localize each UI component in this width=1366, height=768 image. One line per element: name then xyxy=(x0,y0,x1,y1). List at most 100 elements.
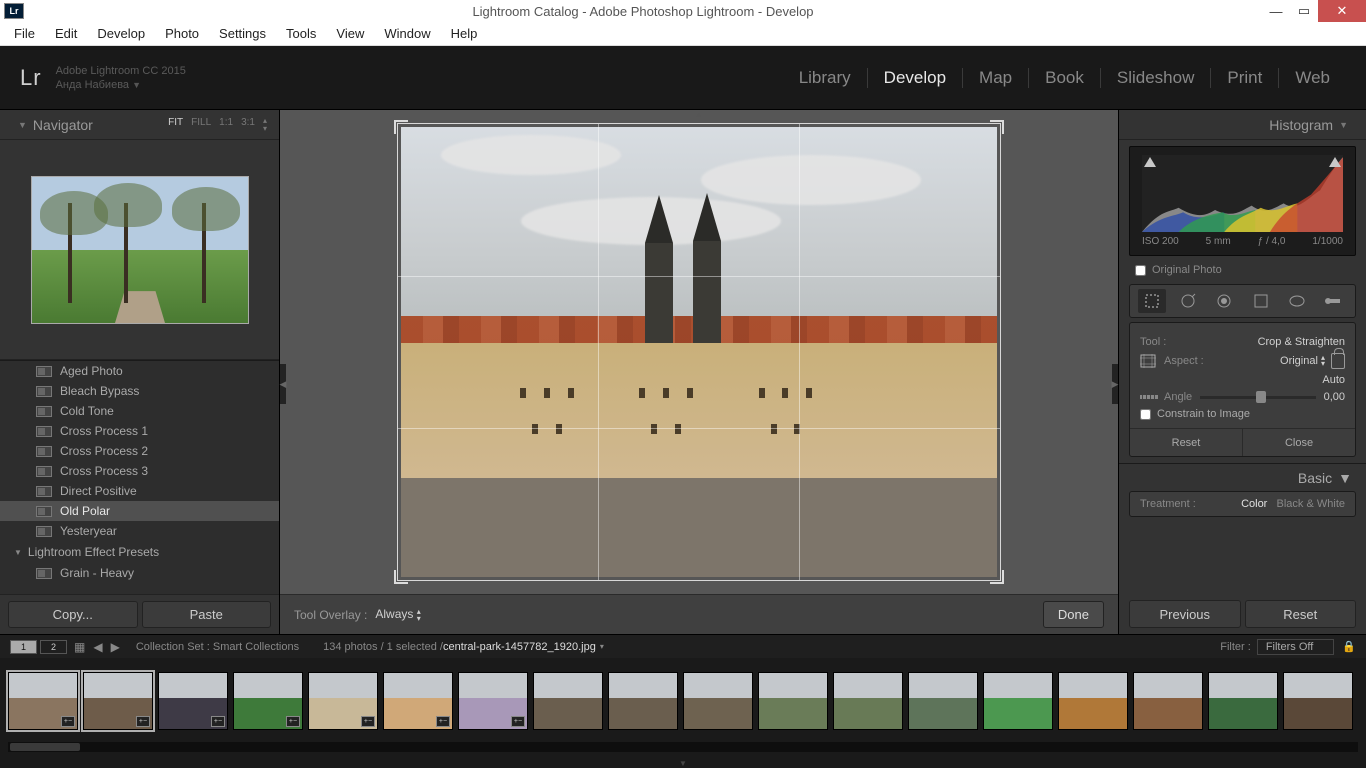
menu-file[interactable]: File xyxy=(4,26,45,41)
zoom-fit[interactable]: FIT xyxy=(168,117,183,133)
tool-reset[interactable]: Reset xyxy=(1130,429,1242,456)
nav-prev-icon[interactable]: ◀ xyxy=(93,640,102,654)
filmstrip-thumb[interactable] xyxy=(908,672,978,730)
zoom-stepper-icon[interactable]: ▴▾ xyxy=(263,117,267,133)
menu-develop[interactable]: Develop xyxy=(87,26,155,41)
loupe-image[interactable] xyxy=(401,127,997,577)
identity-menu-icon[interactable]: ▼ xyxy=(132,80,141,90)
module-map[interactable]: Map xyxy=(963,68,1028,88)
preset-item[interactable]: Direct Positive xyxy=(0,481,279,501)
window-maximize[interactable]: ▭ xyxy=(1290,0,1318,22)
filmstrip-thumb[interactable] xyxy=(1208,672,1278,730)
left-panel-toggle[interactable]: ◀ xyxy=(280,364,286,404)
current-filename[interactable]: central-park-1457782_1920.jpg xyxy=(443,641,596,653)
window-minimize[interactable]: — xyxy=(1262,0,1290,22)
redeye-tool-icon[interactable] xyxy=(1210,289,1238,313)
tool-close[interactable]: Close xyxy=(1242,429,1355,456)
bottom-panel-toggle[interactable]: ▼ xyxy=(0,758,1366,768)
paste-button[interactable]: Paste xyxy=(142,601,272,628)
filter-dropdown[interactable]: Filters Off xyxy=(1257,639,1334,655)
zoom-3-1[interactable]: 3:1 xyxy=(241,117,255,133)
reset-button[interactable]: Reset xyxy=(1245,600,1357,628)
filmstrip-thumb[interactable] xyxy=(833,672,903,730)
gradient-tool-icon[interactable] xyxy=(1247,289,1275,313)
constrain-checkbox[interactable] xyxy=(1140,409,1151,420)
filmstrip-thumb[interactable]: +− xyxy=(8,672,78,730)
filmstrip-thumb[interactable] xyxy=(533,672,603,730)
crop-frame-icon[interactable] xyxy=(1140,354,1156,368)
preset-item[interactable]: Yesteryear xyxy=(0,521,279,541)
module-book[interactable]: Book xyxy=(1029,68,1100,88)
treatment-color[interactable]: Color xyxy=(1241,498,1267,510)
navigator-header[interactable]: ▼ Navigator FIT FILL 1:1 3:1 ▴▾ xyxy=(0,110,279,140)
preset-item[interactable]: Cross Process 1 xyxy=(0,421,279,441)
aspect-lock-icon[interactable] xyxy=(1331,353,1345,369)
preset-item[interactable]: Old Polar xyxy=(0,501,279,521)
menu-window[interactable]: Window xyxy=(374,26,440,41)
clip-shadows-icon[interactable] xyxy=(1144,157,1156,167)
spot-tool-icon[interactable] xyxy=(1174,289,1202,313)
radial-tool-icon[interactable] xyxy=(1283,289,1311,313)
image-viewport[interactable] xyxy=(280,110,1118,594)
menu-photo[interactable]: Photo xyxy=(155,26,209,41)
preset-item[interactable]: Cold Tone xyxy=(0,401,279,421)
filmstrip-thumb[interactable] xyxy=(1283,672,1353,730)
angle-auto[interactable]: Auto xyxy=(1322,374,1345,386)
copy-button[interactable]: Copy... xyxy=(8,601,138,628)
filmstrip-thumb[interactable] xyxy=(1133,672,1203,730)
filename-menu-icon[interactable]: ▾ xyxy=(600,642,604,651)
filmstrip-thumb[interactable]: +− xyxy=(308,672,378,730)
tool-overlay-value[interactable]: Always ▴▾ xyxy=(375,607,420,622)
filmstrip-thumb[interactable]: +− xyxy=(158,672,228,730)
angle-slider[interactable] xyxy=(1200,396,1315,399)
zoom-fill[interactable]: FILL xyxy=(191,117,211,133)
filmstrip-thumb[interactable]: +− xyxy=(458,672,528,730)
preset-group[interactable]: ▼Lightroom Effect Presets xyxy=(0,541,279,563)
filmstrip-scrollbar[interactable] xyxy=(8,742,1358,752)
nav-next-icon[interactable]: ▶ xyxy=(111,640,120,654)
module-slideshow[interactable]: Slideshow xyxy=(1101,68,1211,88)
filmstrip-thumb[interactable]: +− xyxy=(233,672,303,730)
original-photo-row[interactable]: Original Photo xyxy=(1119,260,1366,280)
collection-path[interactable]: Collection Set : Smart Collections xyxy=(136,641,299,653)
preset-item[interactable]: Grain - Heavy xyxy=(0,563,279,583)
preset-item[interactable]: Cross Process 3 xyxy=(0,461,279,481)
zoom-1-1[interactable]: 1:1 xyxy=(219,117,233,133)
histogram-header[interactable]: Histogram ▼ xyxy=(1119,110,1366,140)
histogram[interactable]: ISO 200 5 mm ƒ / 4,0 1/1000 xyxy=(1129,146,1356,256)
preset-item[interactable]: Bleach Bypass xyxy=(0,381,279,401)
right-panel-toggle[interactable]: ▶ xyxy=(1112,364,1118,404)
done-button[interactable]: Done xyxy=(1043,601,1104,628)
preset-item[interactable]: Cross Process 2 xyxy=(0,441,279,461)
crop-tool-icon[interactable] xyxy=(1138,289,1166,313)
menu-edit[interactable]: Edit xyxy=(45,26,87,41)
menu-help[interactable]: Help xyxy=(441,26,488,41)
module-library[interactable]: Library xyxy=(783,68,867,88)
filmstrip-thumb[interactable] xyxy=(1058,672,1128,730)
aspect-value[interactable]: Original ▴▾ xyxy=(1280,355,1325,367)
basic-header[interactable]: Basic ▼ xyxy=(1119,463,1366,491)
clip-highlights-icon[interactable] xyxy=(1329,157,1341,167)
display-tab-2[interactable]: 2 xyxy=(40,640,67,654)
filmstrip-thumb[interactable] xyxy=(758,672,828,730)
navigator-preview[interactable] xyxy=(0,140,279,360)
display-tab-1[interactable]: 1 xyxy=(10,640,37,654)
straighten-icon[interactable] xyxy=(1140,392,1158,402)
filmstrip-thumb[interactable]: +− xyxy=(83,672,153,730)
identity-plate[interactable]: Adobe Lightroom CC 2015 Анда Набиева ▼ xyxy=(56,64,186,92)
previous-button[interactable]: Previous xyxy=(1129,600,1241,628)
module-web[interactable]: Web xyxy=(1279,68,1346,88)
window-close[interactable]: ✕ xyxy=(1318,0,1366,22)
angle-value[interactable]: 0,00 xyxy=(1324,391,1345,403)
menu-settings[interactable]: Settings xyxy=(209,26,276,41)
filter-lock-icon[interactable]: 🔒 xyxy=(1342,640,1356,653)
original-photo-checkbox[interactable] xyxy=(1135,265,1146,276)
brush-tool-icon[interactable] xyxy=(1319,289,1347,313)
filmstrip-thumb[interactable] xyxy=(608,672,678,730)
treatment-bw[interactable]: Black & White xyxy=(1277,498,1345,510)
filmstrip-thumb[interactable] xyxy=(683,672,753,730)
grid-icon[interactable]: ▦ xyxy=(74,640,85,654)
filmstrip-thumb[interactable]: +− xyxy=(383,672,453,730)
filmstrip-thumb[interactable] xyxy=(983,672,1053,730)
module-develop[interactable]: Develop xyxy=(868,68,962,88)
